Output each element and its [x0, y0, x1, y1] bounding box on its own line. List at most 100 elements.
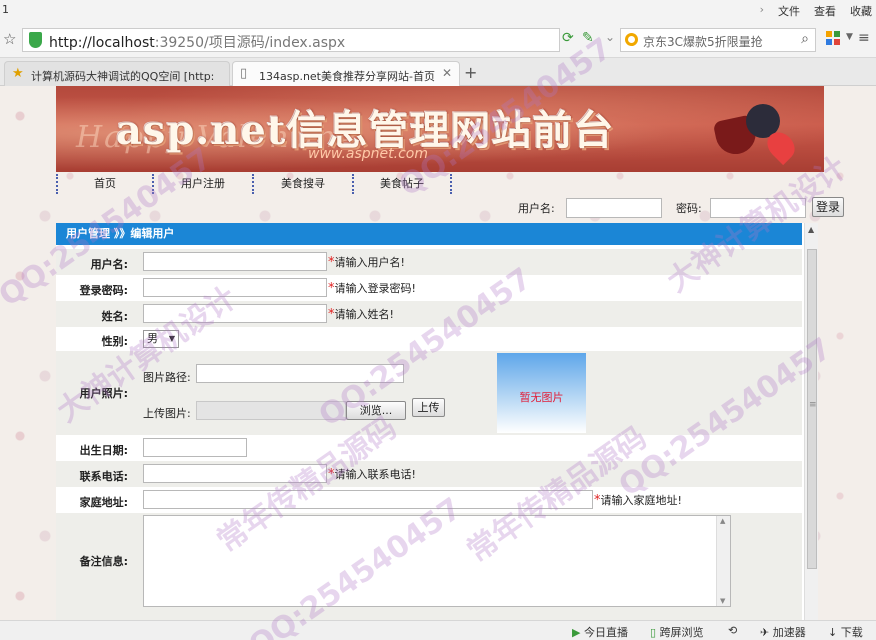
address-url[interactable]: http://localhost:39250/项目源码/index.aspx: [49, 32, 345, 52]
menu-favorites[interactable]: 收藏: [850, 3, 872, 19]
row-name: 姓名: *请输入姓名!: [56, 301, 802, 327]
compat-mode-icon[interactable]: ✎: [582, 30, 594, 46]
banner-url: www.aspnet.com: [308, 146, 428, 162]
browse-button[interactable]: 浏览...: [346, 401, 406, 420]
login-username-label: 用户名:: [518, 202, 555, 215]
login-username-input[interactable]: [566, 198, 662, 218]
gender-select[interactable]: 男 ▼: [143, 330, 179, 348]
chevron-right-icon[interactable]: ›: [760, 3, 764, 19]
status-bar: ▶ 今日直播 ▯ 跨屏浏览 ⟲ ✈ 加速器 ↓ 下载: [0, 620, 876, 640]
browser-menu: › 文件 查看 收藏: [760, 3, 872, 19]
label-phone: 联系电话:: [79, 470, 128, 483]
search-engine-icon: [625, 33, 638, 46]
status-live[interactable]: ▶ 今日直播: [572, 624, 628, 640]
rocket-icon: ✈: [760, 626, 770, 639]
page-scrollbar[interactable]: ▲ ≡: [804, 223, 818, 620]
birthdate-input[interactable]: [143, 438, 247, 457]
gender-value: 男: [147, 332, 158, 345]
scroll-down-icon[interactable]: ▼: [720, 597, 725, 605]
label-notes: 备注信息:: [79, 555, 128, 568]
label-gender: 性别:: [101, 335, 128, 348]
apps-grid-icon[interactable]: [826, 31, 840, 45]
site-nav: 首页 用户注册 美食搜寻 美食帖子: [56, 174, 456, 194]
tab-qq-space[interactable]: ★ 计算机源码大神调试的QQ空间 [http:: [4, 61, 230, 86]
name-input[interactable]: [143, 304, 327, 323]
phone-input[interactable]: [143, 464, 327, 483]
star-icon: ★: [12, 66, 24, 81]
address-input[interactable]: [143, 490, 593, 509]
tab-food-site[interactable]: ▯ 134asp.net美食推荐分享网站-首页 ✕: [232, 61, 460, 86]
row-photo: 用户照片: 图片路径: 上传图片: 浏览... 上传 暂无图片: [56, 351, 802, 435]
chevron-down-icon[interactable]: ▼: [846, 32, 853, 42]
label-name: 姓名:: [101, 310, 128, 323]
row-password: 登录密码: *请输入登录密码!: [56, 275, 802, 301]
label-password: 登录密码:: [79, 284, 128, 297]
photo-upload-label: 上传图片:: [143, 407, 191, 420]
upload-button[interactable]: 上传: [412, 398, 445, 417]
username-hint: *请输入用户名!: [328, 255, 405, 270]
search-box[interactable]: 京东3C爆款5折限量抢 ⌕: [620, 28, 816, 52]
menu-file[interactable]: 文件: [778, 3, 800, 19]
address-hint: *请输入家庭地址!: [594, 493, 682, 508]
nav-register[interactable]: 用户注册: [152, 174, 252, 194]
chevron-down-icon: ▼: [168, 334, 175, 343]
password-hint: *请输入登录密码!: [328, 281, 416, 296]
close-tab-icon[interactable]: ✕: [442, 66, 452, 80]
search-icon[interactable]: ⌕: [801, 31, 809, 47]
menu-view[interactable]: 查看: [814, 3, 836, 19]
phone-icon: ▯: [650, 626, 657, 639]
nav-home[interactable]: 首页: [56, 174, 152, 194]
search-placeholder: 京东3C爆款5折限量抢: [643, 35, 763, 49]
row-gender: 性别: 男 ▼: [56, 327, 802, 351]
status-download[interactable]: ↓ 下载: [828, 624, 863, 640]
page-viewport: Happy Valentine asp.net信息管理网站前台 www.aspn…: [0, 86, 876, 620]
password-input[interactable]: [143, 278, 327, 297]
login-password-input[interactable]: [710, 198, 806, 218]
section-header: 用户管理 》》编辑用户: [56, 223, 802, 245]
new-tab-icon[interactable]: +: [464, 63, 477, 82]
window-number: 1: [2, 3, 9, 16]
row-address: 家庭地址: *请输入家庭地址!: [56, 487, 802, 513]
scroll-up-icon[interactable]: ▲: [808, 225, 814, 234]
play-icon: ▶: [572, 626, 581, 639]
photo-file-field[interactable]: [196, 401, 346, 420]
label-username: 用户名:: [90, 258, 128, 271]
row-notes: 备注信息: ▲ ▼: [56, 513, 802, 620]
refresh-icon[interactable]: ⟳: [562, 30, 574, 46]
page-icon: ▯: [240, 66, 248, 81]
login-password-label: 密码:: [676, 202, 702, 215]
browser-title-bar: 1 › 文件 查看 收藏: [0, 0, 876, 22]
nav-food-search[interactable]: 美食搜寻: [252, 174, 352, 194]
row-username: 用户名: *请输入用户名!: [56, 249, 802, 275]
address-bar-row: ☆ http://localhost:39250/项目源码/index.aspx…: [0, 22, 876, 58]
site-banner: Happy Valentine asp.net信息管理网站前台 www.aspn…: [56, 86, 824, 172]
name-hint: *请输入姓名!: [328, 307, 394, 322]
address-bar[interactable]: http://localhost:39250/项目源码/index.aspx: [22, 28, 560, 52]
edit-user-panel: 用户管理 》》编辑用户 ▲ ≡ 用户名: *请输入用户名! 登录密码: *请输入…: [56, 223, 818, 620]
label-photo: 用户照片:: [79, 387, 128, 400]
status-crossscreen[interactable]: ▯ 跨屏浏览: [650, 624, 704, 640]
phone-hint: *请输入联系电话!: [328, 467, 416, 482]
shield-icon: [29, 32, 42, 48]
download-icon: ↓: [828, 626, 838, 639]
banner-illustration: [706, 98, 806, 166]
row-phone: 联系电话: *请输入联系电话!: [56, 461, 802, 487]
tab-label: 计算机源码大神调试的QQ空间 [http:: [31, 70, 215, 83]
menu-icon[interactable]: ≡: [858, 30, 870, 46]
dropdown-icon[interactable]: ⌄: [605, 30, 615, 44]
textarea-scrollbar[interactable]: ▲ ▼: [716, 516, 730, 606]
notes-textarea[interactable]: ▲ ▼: [143, 515, 731, 607]
label-address: 家庭地址:: [79, 496, 128, 509]
scroll-up-icon[interactable]: ▲: [720, 517, 725, 525]
photo-preview: 暂无图片: [497, 353, 586, 433]
status-accelerator[interactable]: ✈ 加速器: [760, 624, 806, 640]
status-history-icon[interactable]: ⟲: [728, 624, 737, 637]
login-button[interactable]: 登录: [812, 197, 844, 217]
photo-path-input[interactable]: [196, 364, 404, 383]
tab-bar: ★ 计算机源码大神调试的QQ空间 [http: ▯ 134asp.net美食推荐…: [0, 58, 876, 86]
username-input[interactable]: [143, 252, 327, 271]
bookmark-star-icon[interactable]: ☆: [3, 30, 16, 48]
tab-label: 134asp.net美食推荐分享网站-首页: [259, 70, 435, 83]
scrollbar-thumb[interactable]: ≡: [807, 249, 817, 569]
nav-food-posts[interactable]: 美食帖子: [352, 174, 452, 194]
